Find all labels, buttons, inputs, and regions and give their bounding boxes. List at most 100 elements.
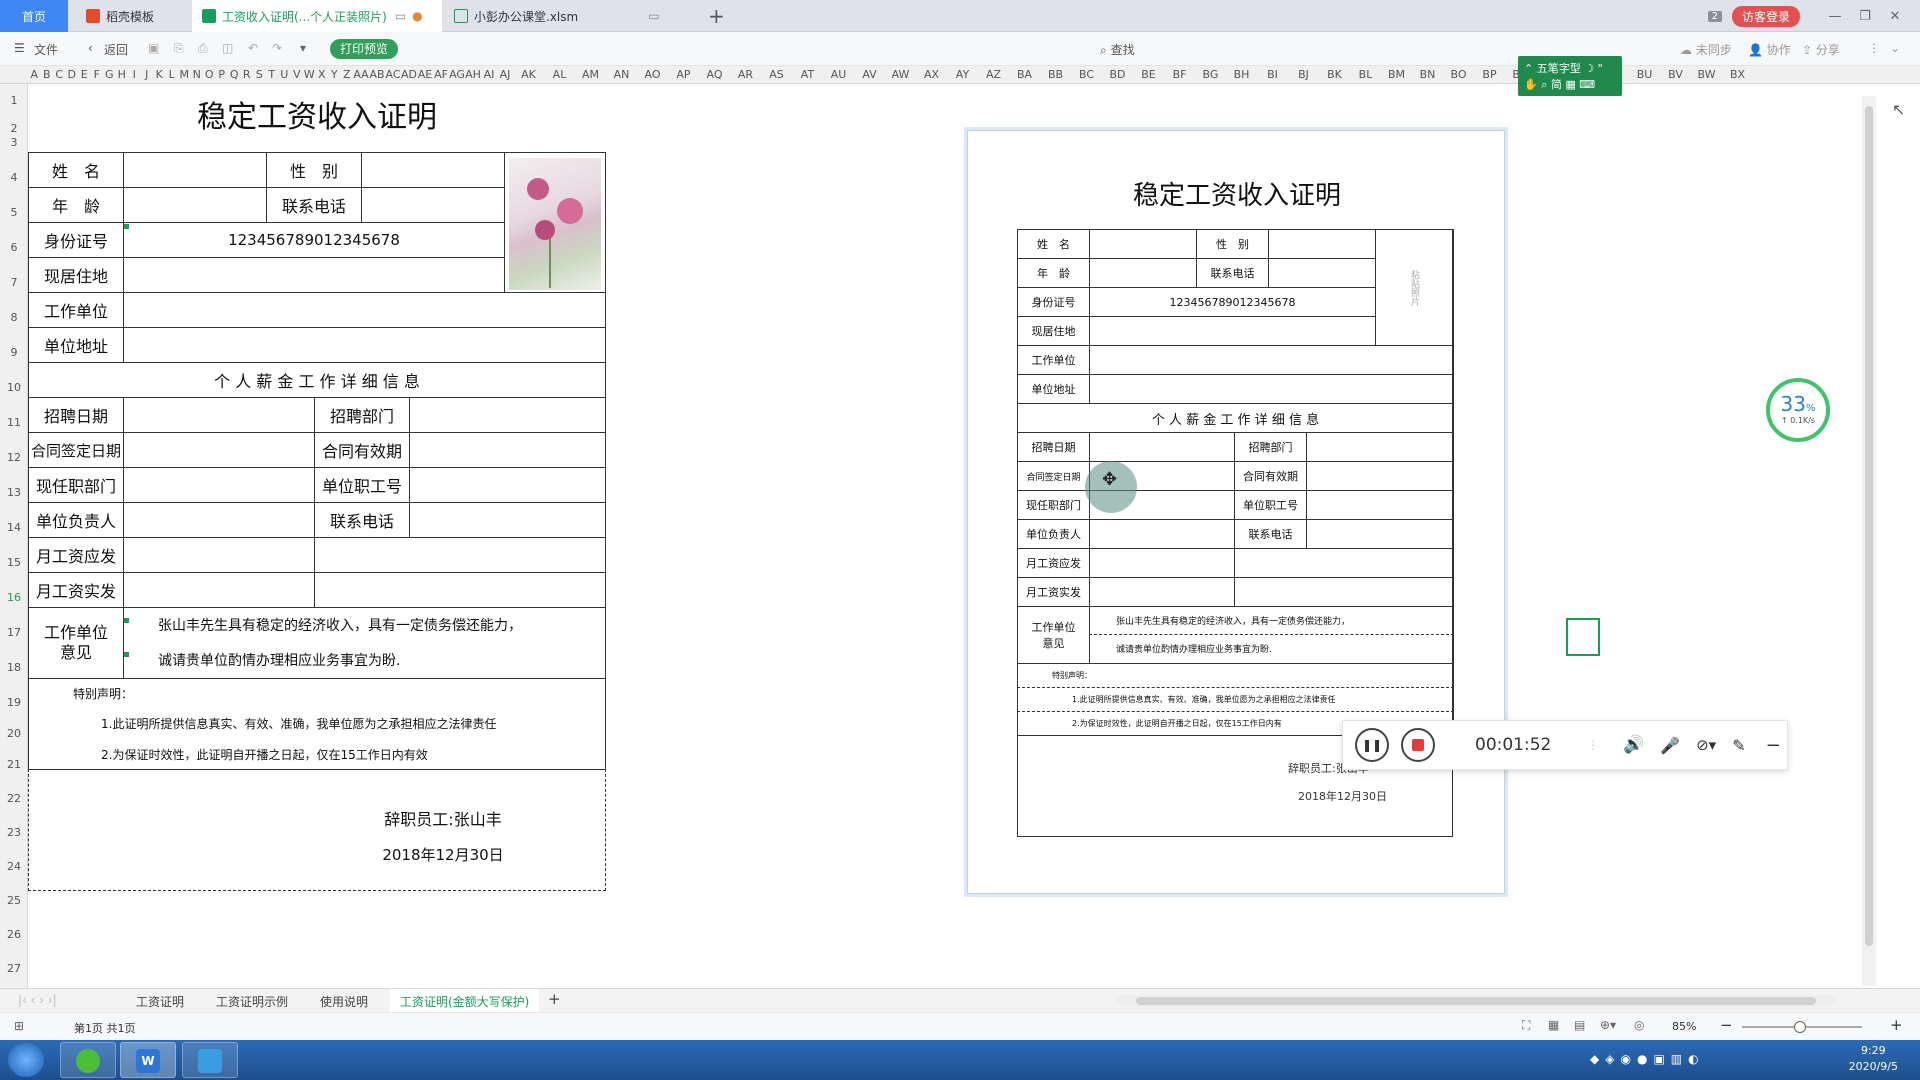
label-employer[interactable]: 工作单位 — [28, 292, 124, 328]
column-header-cell[interactable]: BN — [1412, 66, 1443, 81]
cursor-tool-icon[interactable]: ↖ — [1892, 100, 1905, 119]
label-monthly-due[interactable]: 月工资应发 — [28, 537, 124, 573]
column-header-cell[interactable]: BE — [1133, 66, 1164, 81]
sheet-tab[interactable]: 工资证明 — [136, 993, 184, 1010]
value-contract-date[interactable] — [123, 432, 315, 468]
value-employer-address[interactable] — [123, 327, 606, 363]
sheet-tab[interactable]: 使用说明 — [320, 993, 368, 1010]
value-supervisor-phone[interactable] — [409, 502, 606, 538]
menu-icon[interactable]: ☰ — [14, 41, 25, 55]
row-header-cell[interactable]: 20 — [0, 727, 28, 740]
label-hire-dept[interactable]: 招聘部门 — [314, 397, 410, 433]
row-header-cell[interactable]: 11 — [0, 416, 28, 429]
value-name[interactable] — [123, 152, 267, 188]
label-address[interactable]: 现居住地 — [28, 257, 124, 293]
undo-icon[interactable]: ↶ — [248, 41, 258, 55]
sheet-tab[interactable]: 工资证明示例 — [216, 993, 288, 1010]
form-title[interactable]: 稳定工资收入证明 — [28, 86, 606, 142]
pause-button[interactable]: ❚❚ — [1355, 728, 1389, 762]
taskbar-clock[interactable]: 9:29 2020/9/5 — [1849, 1043, 1898, 1075]
tab-home[interactable]: 首页 — [0, 0, 68, 32]
column-header-cell[interactable]: U — [278, 66, 291, 81]
column-header-cell[interactable]: BW — [1691, 66, 1722, 81]
column-header-cell[interactable]: BB — [1040, 66, 1071, 81]
vertical-scrollbar[interactable] — [1862, 96, 1876, 986]
label-monthly-paid[interactable]: 月工资实发 — [28, 572, 124, 608]
add-sheet-icon[interactable]: + — [548, 990, 561, 1008]
column-header-cell[interactable]: AF — [433, 66, 449, 81]
column-header-cell[interactable]: W — [303, 66, 316, 81]
more-dropdown-icon[interactable]: ▾ — [300, 41, 306, 55]
label-contract-valid[interactable]: 合同有效期 — [314, 432, 410, 468]
label-supervisor[interactable]: 单位负责人 — [28, 502, 124, 538]
column-header-cell[interactable]: M — [178, 66, 191, 81]
label-employee-no[interactable]: 单位职工号 — [314, 467, 410, 503]
value-supervisor[interactable] — [123, 502, 315, 538]
value-employer[interactable] — [123, 292, 606, 328]
value-monthly-due[interactable] — [123, 537, 315, 573]
more-options-icon[interactable]: ⋮ — [1868, 41, 1880, 55]
label-gender[interactable]: 性 别 — [266, 152, 362, 188]
tray-battery-icon[interactable]: ▣ — [1653, 1052, 1670, 1066]
label-supervisor-phone[interactable]: 联系电话 — [314, 502, 410, 538]
column-header-cell[interactable]: L — [166, 66, 179, 81]
row-header-cell[interactable]: 12 — [0, 451, 28, 464]
page-break-icon[interactable]: ⊕▾ — [1600, 1018, 1616, 1032]
row-header-cell[interactable]: 19 — [0, 696, 28, 709]
ime-toolbar[interactable]: ⌃ 五笔字型 ☽ " ✋ ⌕ 简 ▦ ⌨ — [1518, 56, 1622, 96]
hscroll-thumb[interactable] — [1136, 997, 1816, 1005]
sync-status[interactable]: ☁ 未同步 — [1680, 41, 1732, 58]
tray-speaker-icon[interactable]: ◐ — [1688, 1052, 1704, 1066]
column-header-cell[interactable]: AT — [792, 66, 823, 81]
row-header-cell[interactable]: 4 — [0, 171, 28, 184]
column-header-cell[interactable]: R — [241, 66, 254, 81]
row-header-cell[interactable]: 8 — [0, 311, 28, 324]
column-header-cell[interactable]: AM — [575, 66, 606, 81]
sheet-nav-first-icon[interactable]: |‹ ‹ › ›| — [18, 993, 57, 1007]
eye-protect-icon[interactable]: ◎ — [1634, 1018, 1644, 1032]
zoom-slider-knob[interactable] — [1794, 1021, 1806, 1033]
column-header-cell[interactable]: AK — [513, 66, 544, 81]
column-header-cell[interactable]: K — [153, 66, 166, 81]
search-button[interactable]: ⌕ 查找 — [1100, 41, 1135, 58]
tray-security-icon[interactable]: ● — [1637, 1052, 1653, 1066]
network-speed-widget[interactable]: 33% ↑ 0.1K/s — [1766, 378, 1830, 442]
column-header-cell[interactable]: C — [53, 66, 66, 81]
print-preview-button[interactable]: 打印预览 — [330, 39, 399, 59]
special-note-heading[interactable]: 特别声明： — [28, 678, 606, 709]
column-header-cell[interactable]: AV — [854, 66, 885, 81]
ime-expand-icon[interactable]: ⌃ — [1524, 62, 1533, 75]
opinion-line-1[interactable]: 张山丰先生具有稳定的经济收入，具有一定债务偿还能力， — [123, 607, 606, 643]
label-employer-opinion[interactable]: 工作单位意见 — [28, 607, 124, 679]
collab-button[interactable]: 👤 协作 — [1748, 41, 1791, 58]
tab-active-workbook[interactable]: 工资收入证明(...个人正装照片) ▭ ● — [192, 0, 442, 32]
value-address[interactable] — [123, 257, 505, 293]
row-header-cell[interactable]: 18 — [0, 661, 28, 674]
save-icon[interactable]: ▣ — [148, 41, 159, 55]
column-header-cell[interactable]: AC — [385, 66, 401, 81]
label-name[interactable]: 姓 名 — [28, 152, 124, 188]
column-header-cell[interactable]: BJ — [1288, 66, 1319, 81]
value-current-dept[interactable] — [123, 467, 315, 503]
column-header-cell[interactable]: O — [203, 66, 216, 81]
row-header-cell[interactable]: 15 — [0, 556, 28, 569]
horizontal-scrollbar[interactable] — [1116, 995, 1836, 1007]
back-button[interactable]: 返回 — [104, 41, 128, 58]
column-header-cell[interactable]: E — [78, 66, 91, 81]
column-header-cell[interactable]: BV — [1660, 66, 1691, 81]
mic-muted-icon[interactable]: 🎤 — [1660, 736, 1680, 755]
tab-workbook-2[interactable]: 小彭办公课堂.xlsm ▭ — [444, 0, 694, 32]
signature-block[interactable] — [28, 769, 606, 891]
column-header-cell[interactable]: BM — [1381, 66, 1412, 81]
zoom-slider[interactable] — [1742, 1021, 1862, 1033]
column-header-cell[interactable]: AG — [449, 66, 465, 81]
column-header-cell[interactable]: AO — [637, 66, 668, 81]
column-header-cell[interactable]: AJ — [497, 66, 513, 81]
row-header-cell[interactable]: 21 — [0, 758, 28, 771]
column-header-cell[interactable]: V — [291, 66, 304, 81]
zoom-in-icon[interactable]: + — [1890, 1016, 1903, 1034]
row-header-cell[interactable]: 23 — [0, 826, 28, 839]
section-heading[interactable]: 个 人 薪 金 工 作 详 细 信 息 — [28, 362, 606, 398]
note-line-1[interactable]: 1.此证明所提供信息真实、有效、准确，我单位愿为之承担相应之法律责任 — [28, 708, 606, 740]
visitor-login-button[interactable]: 访客登录 — [1731, 5, 1800, 27]
